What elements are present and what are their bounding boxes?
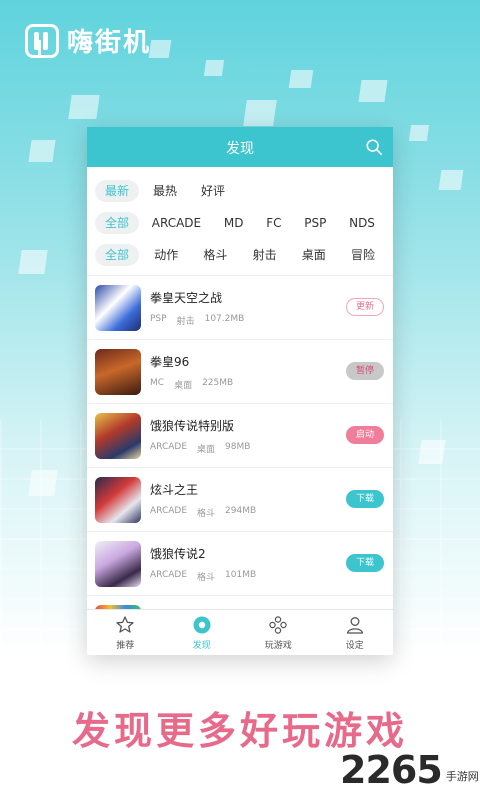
platform-chip[interactable]: NDS xyxy=(339,212,385,234)
game-size: 98MB xyxy=(225,441,251,452)
game-genre: 桌面 xyxy=(174,380,193,391)
genre-chip[interactable]: 全部 xyxy=(95,244,140,266)
discover-icon xyxy=(193,616,211,633)
tab-label: 玩游戏 xyxy=(264,640,292,651)
tab-label: 设定 xyxy=(345,640,364,651)
game-thumbnail xyxy=(95,284,141,331)
game-list-item[interactable]: 饿狼传说特别版 ARCADE 桌面 98MB 启动 xyxy=(87,404,393,468)
genre-chip[interactable]: 动作 xyxy=(144,244,188,266)
promo-slogan: 发现更多好玩游戏 xyxy=(71,709,408,753)
app-logo: 嗨街机 xyxy=(25,22,151,59)
game-meta: MC 桌面 225MB xyxy=(150,378,385,391)
tab-discover[interactable]: 发现 xyxy=(164,610,241,655)
game-platform: ARCADE xyxy=(150,569,188,580)
genre-chip[interactable]: 桌面 xyxy=(292,244,336,266)
game-action-button[interactable]: 下载 xyxy=(346,554,384,572)
game-list-item[interactable]: 炫斗之王 ARCADE 格斗 294MB 下载 xyxy=(87,468,393,532)
game-platform: ARCADE xyxy=(150,505,188,516)
filter-panel: 最新 最热 好评 全部 ARCADE MD FC PSP NDS 全部 动作 格斗 射击 桌面 冒险 xyxy=(87,167,393,271)
game-list: 拳皇天空之战 PSP 射击 107.2MB 更新 拳皇96 MC 桌面 225MB 暂停 饿狼传说特… xyxy=(87,275,393,609)
gamepad-icon xyxy=(269,615,287,634)
tab-play[interactable]: 玩游戏 xyxy=(240,610,317,655)
genre-filter-row: 全部 动作 格斗 射击 桌面 冒险 xyxy=(95,239,385,271)
platform-chip[interactable]: PSP xyxy=(294,212,336,234)
bottom-tab-bar: 推荐 发现 玩游戏 设定 xyxy=(87,609,393,655)
game-size: 107.2MB xyxy=(204,313,245,324)
game-action-button[interactable]: 更新 xyxy=(346,298,384,316)
game-list-item[interactable]: 拳皇96 MC 桌面 225MB 暂停 xyxy=(87,340,393,404)
logo-icon xyxy=(25,23,59,58)
game-size: 101MB xyxy=(225,569,257,580)
game-meta: ARCADE 格斗 294MB xyxy=(150,506,385,519)
star-icon xyxy=(116,615,134,633)
brand-watermark: 2265 手游网 xyxy=(340,750,479,790)
game-action-button[interactable]: 暂停 xyxy=(346,362,384,380)
platform-chip[interactable]: MD xyxy=(214,212,254,234)
sort-chip[interactable]: 好评 xyxy=(191,180,235,202)
top-bar: 发现 xyxy=(87,127,393,167)
game-genre: 格斗 xyxy=(197,572,216,583)
game-thumbnail xyxy=(95,412,141,459)
game-meta: ARCADE 桌面 98MB xyxy=(150,442,385,455)
game-meta: PSP 射击 107.2MB xyxy=(150,314,385,327)
game-size: 225MB xyxy=(202,377,234,388)
game-platform: ARCADE xyxy=(150,441,188,452)
brand-sub: 手游网 xyxy=(445,770,479,783)
game-size: 294MB xyxy=(225,505,257,516)
brand-number: 2265 xyxy=(340,748,443,792)
tab-label: 发现 xyxy=(192,640,211,651)
game-platform: PSP xyxy=(150,313,167,324)
sort-chip[interactable]: 最新 xyxy=(95,180,140,202)
game-meta: ARCADE 格斗 101MB xyxy=(150,570,385,583)
genre-chip[interactable]: 冒险 xyxy=(341,244,385,266)
game-genre: 射击 xyxy=(176,316,195,327)
game-list-item-partial[interactable] xyxy=(87,596,393,609)
platform-filter-row: 全部 ARCADE MD FC PSP NDS xyxy=(95,207,385,239)
game-action-button[interactable]: 下载 xyxy=(346,490,384,508)
sort-filter-row: 最新 最热 好评 xyxy=(95,175,385,207)
page-title: 发现 xyxy=(226,141,254,157)
game-thumbnail xyxy=(95,476,141,523)
game-thumbnail xyxy=(95,540,141,587)
genre-chip[interactable]: 射击 xyxy=(243,244,287,266)
game-list-item[interactable]: 拳皇天空之战 PSP 射击 107.2MB 更新 xyxy=(87,276,393,340)
user-icon xyxy=(346,616,363,634)
game-thumbnail xyxy=(95,348,141,395)
logo-text: 嗨街机 xyxy=(67,28,152,58)
game-genre: 格斗 xyxy=(197,508,216,519)
phone-screen: 发现 最新 最热 好评 全部 ARCADE MD FC PSP NDS 全部 动作 格斗 射击 桌面冒… xyxy=(87,127,393,655)
platform-chip[interactable]: ARCADE xyxy=(142,212,211,234)
genre-chip[interactable]: 格斗 xyxy=(193,244,237,266)
game-list-item[interactable]: 饿狼传说2 ARCADE 格斗 101MB 下载 xyxy=(87,532,393,596)
tab-label: 推荐 xyxy=(116,640,135,651)
sort-chip[interactable]: 最热 xyxy=(143,180,187,202)
game-action-button[interactable]: 启动 xyxy=(346,426,384,444)
platform-chip[interactable]: 全部 xyxy=(95,212,140,234)
platform-chip[interactable]: FC xyxy=(256,212,291,234)
game-platform: MC xyxy=(150,377,165,388)
game-genre: 桌面 xyxy=(197,444,216,455)
tab-settings[interactable]: 设定 xyxy=(317,610,394,655)
tab-recommend[interactable]: 推荐 xyxy=(87,610,164,655)
search-icon[interactable] xyxy=(365,138,383,156)
